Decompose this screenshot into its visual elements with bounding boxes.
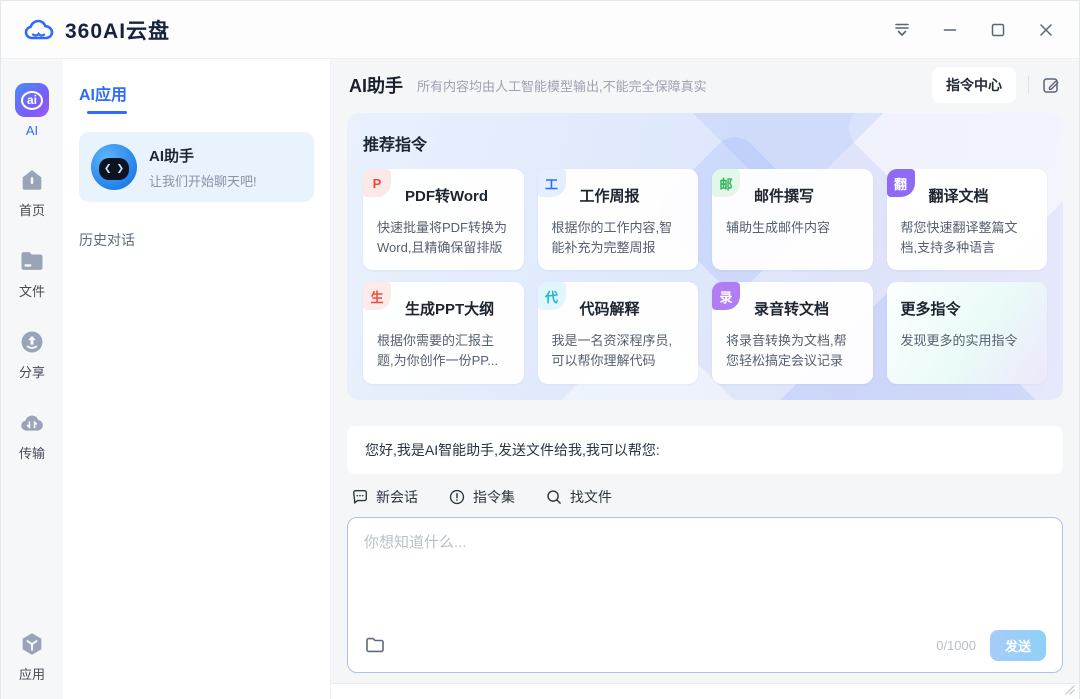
nav-rail: ai AI 首页 文件 分享 传输 xyxy=(1,59,63,699)
find-file-icon xyxy=(545,488,563,506)
card-title: 工作周报 xyxy=(580,185,685,206)
command-set-icon xyxy=(448,488,466,506)
page-title: AI助手 xyxy=(349,72,403,98)
tab-ai-apps[interactable]: AI应用 xyxy=(79,81,127,114)
card-weekly-report[interactable]: 工 工作周报 根据你的工作内容,智能补充为完整周报 xyxy=(538,169,699,270)
card-description: 根据你的工作内容,智能补充为完整周报 xyxy=(552,218,685,258)
card-title: 翻译文档 xyxy=(929,185,1034,206)
card-audio-to-document[interactable]: 录 录音转文档 将录音转换为文档,帮您轻松搞定会议记录 xyxy=(712,282,873,383)
app-title: 360AI云盘 xyxy=(65,15,170,45)
card-description: 辅助生成邮件内容 xyxy=(726,218,859,238)
transfer-icon xyxy=(18,409,46,437)
sidebar-item-home[interactable]: 首页 xyxy=(1,166,63,219)
card-generate-ppt-outline[interactable]: 生 生成PPT大纲 根据你需要的汇报主题,为你创作一份PP... xyxy=(363,282,524,383)
card-title: 邮件撰写 xyxy=(754,185,859,206)
divider xyxy=(1028,76,1029,94)
home-icon xyxy=(18,166,46,194)
badge-work: 工 xyxy=(538,169,566,197)
card-description: 发现更多的实用指令 xyxy=(901,331,1034,351)
disclaimer-text: 所有内容均由人工智能模型输出,不能完全保障真实 xyxy=(417,76,707,95)
assistant-subtitle: 让我们开始聊天吧! xyxy=(149,171,257,190)
sidebar-item-label: 传输 xyxy=(19,443,45,462)
toolbar-label: 指令集 xyxy=(473,487,515,507)
sidebar-item-label: 首页 xyxy=(19,200,45,219)
message-input[interactable] xyxy=(364,531,1046,630)
sidebar-item-apps[interactable]: 应用 xyxy=(1,630,63,683)
ai-gradient-icon: ai xyxy=(15,83,49,117)
share-icon xyxy=(18,328,46,356)
folder-icon xyxy=(18,247,46,275)
sidebar-item-label: 文件 xyxy=(19,281,45,300)
assistant-greeting-message: 您好,我是AI智能助手,发送文件给我,我可以帮您: xyxy=(347,426,1063,474)
ai-apps-panel: AI应用 ❮❯ AI助手 让我们开始聊天吧! 历史对话 xyxy=(63,59,331,699)
window-controls xyxy=(891,19,1057,41)
card-description: 帮您快速翻译整篇文档,支持多种语言 xyxy=(901,218,1034,258)
toolbar-label: 新会话 xyxy=(376,487,418,507)
menu-chevron-icon[interactable] xyxy=(891,19,913,41)
message-composer: 0/1000 发送 xyxy=(347,517,1063,673)
badge-code: 代 xyxy=(538,282,566,310)
badge-pdf: P xyxy=(363,169,391,197)
card-description: 快速批量将PDF转换为Word,且精确保留排版 xyxy=(377,218,510,258)
close-icon[interactable] xyxy=(1035,19,1057,41)
apps-icon xyxy=(18,630,46,658)
command-set-button[interactable]: 指令集 xyxy=(448,487,515,507)
maximize-icon[interactable] xyxy=(987,19,1009,41)
badge-translate: 翻 xyxy=(887,169,915,197)
card-translate-document[interactable]: 翻 翻译文档 帮您快速翻译整篇文档,支持多种语言 xyxy=(887,169,1048,270)
command-card-grid: P PDF转Word 快速批量将PDF转换为Word,且精确保留排版 工 工作周… xyxy=(363,169,1047,384)
badge-generate: 生 xyxy=(363,282,391,310)
main-footer xyxy=(331,683,1079,699)
card-email-writing[interactable]: 邮 邮件撰写 辅助生成邮件内容 xyxy=(712,169,873,270)
command-center-button[interactable]: 指令中心 xyxy=(932,67,1016,103)
card-code-explain[interactable]: 代 代码解释 我是一名资深程序员,可以帮你理解代码 xyxy=(538,282,699,383)
card-description: 我是一名资深程序员,可以帮你理解代码 xyxy=(552,331,685,371)
card-title: 更多指令 xyxy=(901,298,1034,319)
sidebar-item-label: 分享 xyxy=(19,362,45,381)
send-button[interactable]: 发送 xyxy=(990,630,1046,661)
sidebar-item-label: AI xyxy=(26,123,38,138)
assistant-title: AI助手 xyxy=(149,145,257,166)
titlebar: 360AI云盘 xyxy=(1,1,1079,59)
card-title: PDF转Word xyxy=(405,185,510,206)
card-pdf-to-word[interactable]: P PDF转Word 快速批量将PDF转换为Word,且精确保留排版 xyxy=(363,169,524,270)
new-chat-icon xyxy=(351,488,369,506)
resize-grip-icon[interactable] xyxy=(1061,681,1075,695)
card-title: 生成PPT大纲 xyxy=(405,298,510,319)
folder-upload-icon[interactable] xyxy=(364,634,386,656)
sidebar-item-transfer[interactable]: 传输 xyxy=(1,409,63,462)
main-header: AI助手 所有内容均由人工智能模型输出,不能完全保障真实 指令中心 xyxy=(331,59,1079,111)
sidebar-item-ai[interactable]: ai AI xyxy=(1,83,63,138)
badge-record: 录 xyxy=(712,282,740,310)
character-counter: 0/1000 xyxy=(936,638,976,653)
new-chat-button[interactable]: 新会话 xyxy=(351,487,418,507)
app-logo: 360AI云盘 xyxy=(23,15,170,45)
minimize-icon[interactable] xyxy=(939,19,961,41)
card-title: 代码解释 xyxy=(580,298,685,319)
ai-assistant-list-item[interactable]: ❮❯ AI助手 让我们开始聊天吧! xyxy=(79,132,314,202)
card-description: 将录音转换为文档,帮您轻松搞定会议记录 xyxy=(726,331,859,371)
card-title: 录音转文档 xyxy=(754,298,859,319)
sidebar-item-label: 应用 xyxy=(19,664,45,683)
badge-mail: 邮 xyxy=(712,169,740,197)
toolbar-label: 找文件 xyxy=(570,487,612,507)
recommended-commands-title: 推荐指令 xyxy=(363,131,1047,155)
history-chats-label[interactable]: 历史对话 xyxy=(79,230,314,250)
find-file-button[interactable]: 找文件 xyxy=(545,487,612,507)
main-area: AI助手 所有内容均由人工智能模型输出,不能完全保障真实 指令中心 推荐指令 P… xyxy=(331,59,1079,699)
sidebar-item-share[interactable]: 分享 xyxy=(1,328,63,381)
robot-avatar: ❮❯ xyxy=(91,144,137,190)
cloud-logo-icon xyxy=(23,18,55,42)
edit-compose-icon[interactable] xyxy=(1041,75,1061,95)
chat-toolbar: 新会话 指令集 找文件 xyxy=(351,487,1059,507)
card-more-commands[interactable]: 更多指令 发现更多的实用指令 xyxy=(887,282,1048,383)
recommended-commands-banner: 推荐指令 P PDF转Word 快速批量将PDF转换为Word,且精确保留排版 … xyxy=(347,113,1063,400)
card-description: 根据你需要的汇报主题,为你创作一份PP... xyxy=(377,331,510,371)
sidebar-item-files[interactable]: 文件 xyxy=(1,247,63,300)
